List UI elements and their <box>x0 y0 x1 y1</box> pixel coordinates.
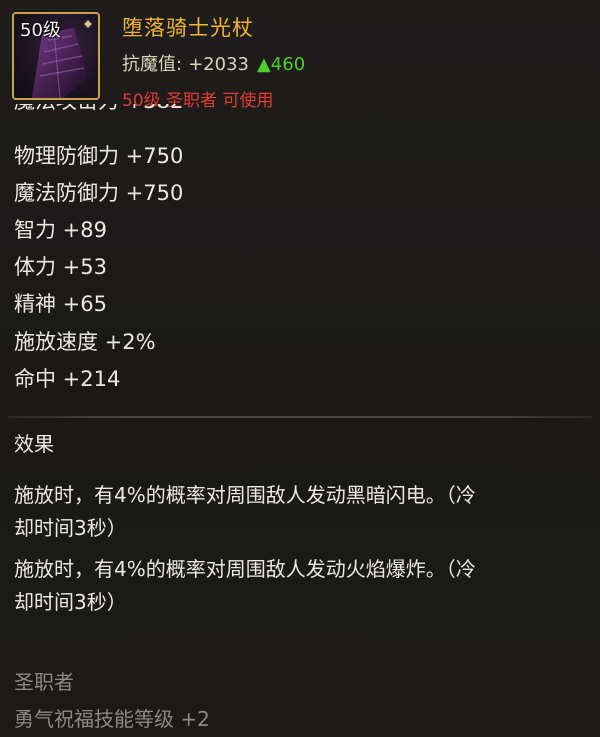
effect-section-title: 效果 <box>14 432 54 456</box>
item-level-badge: 50级 <box>20 20 61 41</box>
stat-row: 命中 +214 <box>14 367 121 391</box>
stat-row: 物理防御力 +750 <box>14 144 184 168</box>
item-tooltip: 50级 堕落骑士光杖 抗魔值:+2033▲460 50级 圣职者 可使用 魔法攻… <box>0 0 600 737</box>
stat-row: 智力 +89 <box>14 218 107 242</box>
effect-line: 施放时，有4%的概率对周围敌人发动黑暗闪电。（冷 <box>14 483 476 507</box>
stat-row-partial: 魔法攻击力 +582 <box>14 104 183 116</box>
stat-row: 精神 +65 <box>14 292 107 316</box>
stat-row-partial-text: 魔法攻击力 +582 <box>14 104 183 113</box>
anti-magic-increase: ▲460 <box>256 54 306 75</box>
anti-magic-label: 抗魔值: <box>122 54 183 75</box>
class-section-title: 圣职者 <box>14 670 74 694</box>
item-header: 50级 堕落骑士光杖 抗魔值: +2033 ▲460 50级 圣职者 可使用 <box>0 0 600 118</box>
effect-line: 却时间3秒） <box>14 516 127 540</box>
item-icon-frame[interactable]: 50级 <box>12 12 100 100</box>
effect-line: 施放时，有4%的概率对周围敌人发动火焰爆炸。（冷 <box>14 557 476 581</box>
section-divider <box>8 416 592 418</box>
class-skill-bonus: 勇气祝福技能等级 +2 <box>14 707 210 731</box>
stat-row: 体力 +53 <box>14 255 107 279</box>
effect-line: 却时间3秒） <box>14 590 127 614</box>
item-name: 堕落骑士光杖 <box>122 16 254 40</box>
anti-magic-stat: 抗魔值: +2033 ▲460 <box>122 50 305 76</box>
stat-row: 施放速度 +2% <box>14 330 156 354</box>
anti-magic-value: +2033 <box>188 54 249 75</box>
stat-row: 魔法防御力 +750 <box>14 181 184 205</box>
